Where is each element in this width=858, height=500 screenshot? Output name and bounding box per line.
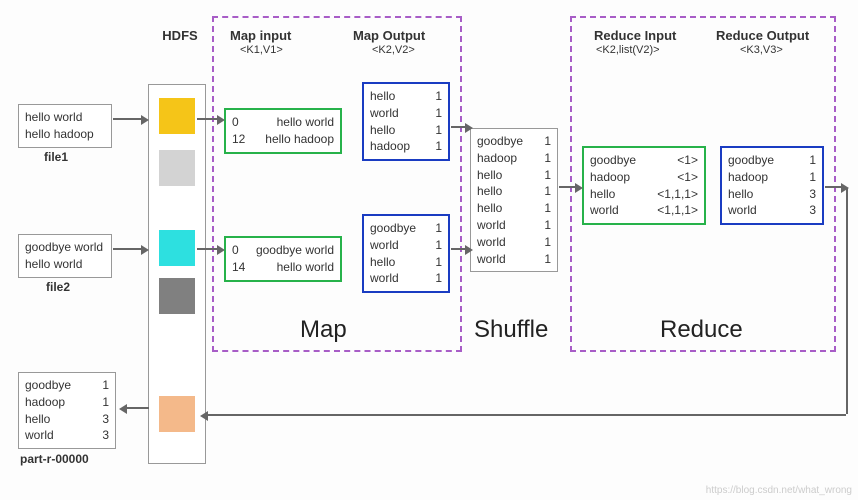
reduce-output-sub: <K3,V3>	[740, 44, 783, 56]
map-output-sub: <K2,V2>	[372, 44, 415, 56]
reduce-stage-label: Reduce	[660, 316, 743, 344]
sh-r7: world1	[477, 251, 551, 268]
feedback-line-h	[208, 414, 846, 416]
out-r1: hadoop1	[25, 394, 109, 411]
mo1-r3: hadoop1	[370, 138, 442, 155]
ro-r3: world3	[728, 202, 816, 219]
arrow-hdfs-map1	[197, 118, 217, 120]
file2-box: goodbye world hello world	[18, 234, 112, 278]
hdfs-block-5	[159, 396, 195, 432]
mi2-r1: 14hello world	[232, 259, 334, 276]
sh-r1: hadoop1	[477, 150, 551, 167]
arrow-reduce-out	[825, 186, 841, 188]
ri-r3: world<1,1,1>	[590, 202, 698, 219]
hdfs-block-3	[159, 230, 195, 266]
ri-r2: hello<1,1,1>	[590, 186, 698, 203]
out-r0: goodbye1	[25, 377, 109, 394]
mo2-r1: world1	[370, 237, 442, 254]
out-r3: world3	[25, 427, 109, 444]
mo2-r2: hello1	[370, 254, 442, 271]
ro-r0: goodbye1	[728, 152, 816, 169]
arrow-mapout2-shuffle	[451, 248, 465, 250]
mo1-r1: world1	[370, 105, 442, 122]
arrow-hdfs-map2	[197, 248, 217, 250]
map-input2-box: 0goodbye world 14hello world	[224, 236, 342, 282]
file2-line2: hello world	[25, 256, 105, 273]
ro-r1: hadoop1	[728, 169, 816, 186]
sh-r5: world1	[477, 217, 551, 234]
reduce-input-box: goodbye<1> hadoop<1> hello<1,1,1> world<…	[582, 146, 706, 225]
mo2-r0: goodbye1	[370, 220, 442, 237]
mo1-r0: hello1	[370, 88, 442, 105]
file2-line1: goodbye world	[25, 239, 105, 256]
output-file-label: part-r-00000	[20, 452, 89, 466]
arrow-shuffle-reduce	[559, 186, 575, 188]
map-output-label: Map Output	[353, 28, 425, 43]
ri-r0: goodbye<1>	[590, 152, 698, 169]
map-output2-box: goodbye1 world1 hello1 world1	[362, 214, 450, 293]
hdfs-block-2	[159, 150, 195, 186]
sh-r4: hello1	[477, 200, 551, 217]
sh-r3: hello1	[477, 183, 551, 200]
reduce-input-sub: <K2,list(V2)>	[596, 44, 660, 56]
reduce-input-label: Reduce Input	[594, 28, 676, 43]
sh-r6: world1	[477, 234, 551, 251]
file1-line1: hello world	[25, 109, 105, 126]
mi1-r0: 0hello world	[232, 114, 334, 131]
ri-r1: hadoop<1>	[590, 169, 698, 186]
map-input1-box: 0hello world 12hello hadoop	[224, 108, 342, 154]
file2-label: file2	[46, 280, 70, 294]
output-file-box: goodbye1 hadoop1 hello3 world3	[18, 372, 116, 449]
arrow-file2-hdfs	[113, 248, 141, 250]
sh-r0: goodbye1	[477, 133, 551, 150]
arrow-mapout1-shuffle	[451, 126, 465, 128]
mo1-r2: hello1	[370, 122, 442, 139]
mi2-r0: 0goodbye world	[232, 242, 334, 259]
hdfs-block-4	[159, 278, 195, 314]
arrow-hdfs-output	[127, 407, 149, 409]
hdfs-block-1	[159, 98, 195, 134]
shuffle-stage-label: Shuffle	[474, 316, 548, 344]
sh-r2: hello1	[477, 167, 551, 184]
file1-box: hello world hello hadoop	[18, 104, 112, 148]
map-output1-box: hello1 world1 hello1 hadoop1	[362, 82, 450, 161]
reduce-output-box: goodbye1 hadoop1 hello3 world3	[720, 146, 824, 225]
arrow-file1-hdfs	[113, 118, 141, 120]
map-stage-label: Map	[300, 316, 347, 344]
file1-line2: hello hadoop	[25, 126, 105, 143]
map-input-sub: <K1,V1>	[240, 44, 283, 56]
reduce-output-label: Reduce Output	[716, 28, 809, 43]
file1-label: file1	[44, 150, 68, 164]
ro-r2: hello3	[728, 186, 816, 203]
map-input-label: Map input	[230, 28, 291, 43]
mo2-r3: world1	[370, 270, 442, 287]
out-r2: hello3	[25, 411, 109, 428]
mi1-r1: 12hello hadoop	[232, 131, 334, 148]
feedback-line-v	[846, 188, 848, 414]
shuffle-box: goodbye1 hadoop1 hello1 hello1 hello1 wo…	[470, 128, 558, 272]
hdfs-label: HDFS	[155, 28, 205, 43]
watermark-text: https://blog.csdn.net/what_wrong	[706, 485, 852, 496]
map-stage-container	[212, 16, 462, 352]
